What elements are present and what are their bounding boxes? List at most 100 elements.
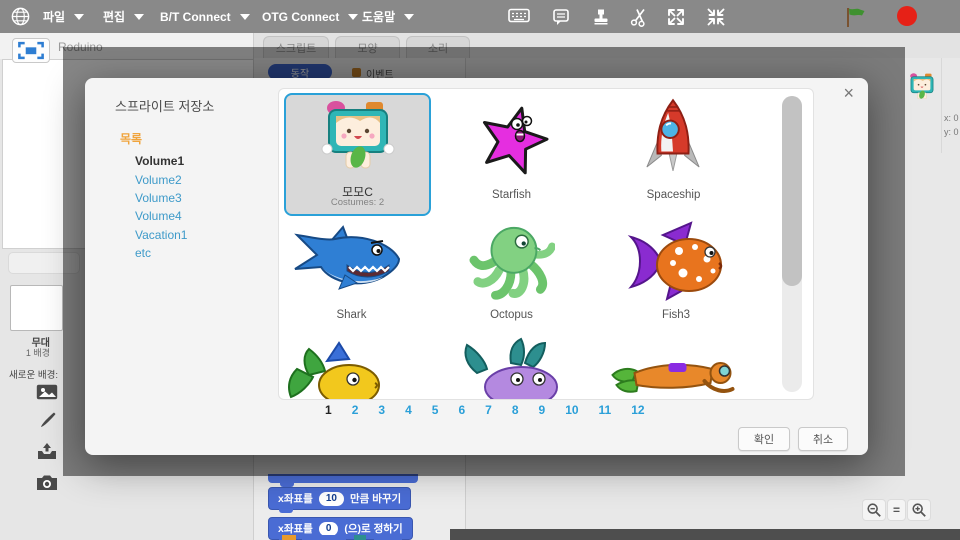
sprite-label: Octopus xyxy=(490,309,533,321)
page-3[interactable]: 3 xyxy=(378,403,385,417)
sprite-image-starfish xyxy=(475,101,551,182)
shrink-sprite-icon[interactable] xyxy=(706,7,728,26)
zoom-in-button[interactable] xyxy=(907,499,931,521)
page-1[interactable]: 1 xyxy=(325,403,332,417)
caret-down-icon xyxy=(348,13,359,20)
cancel-button[interactable]: 취소 xyxy=(798,427,848,451)
sprite-image-diver xyxy=(611,362,735,393)
block-text: x좌표를 xyxy=(278,523,313,535)
page-4[interactable]: 4 xyxy=(405,403,412,417)
zoom-in-icon xyxy=(912,503,926,517)
menu-help[interactable]: 도움말 xyxy=(362,0,415,33)
sprite-thumbnail-momoc[interactable] xyxy=(906,72,938,107)
block-sliver xyxy=(354,535,366,540)
page-7[interactable]: 7 xyxy=(485,403,492,417)
page-8[interactable]: 8 xyxy=(512,403,519,417)
upload-backdrop-icon[interactable] xyxy=(36,442,58,465)
menu-bt-connect-label: B/T Connect xyxy=(160,9,231,24)
sprite-cell-partial-1[interactable] xyxy=(287,341,395,399)
sprite-cell-partial-2[interactable] xyxy=(459,337,574,399)
sidebar-item-vacation1[interactable]: Vacation1 xyxy=(135,228,255,247)
menu-otg-connect[interactable]: OTG Connect xyxy=(262,0,359,33)
page-10[interactable]: 10 xyxy=(565,403,578,417)
sprite-label: Spaceship xyxy=(646,189,701,201)
sprite-sublabel: Costumes: 2 xyxy=(330,197,385,208)
sprite-image-shark xyxy=(291,225,403,308)
pagination: 1 2 3 4 5 6 7 8 9 10 11 12 xyxy=(325,403,645,417)
sprite-cell-octopus[interactable]: Octopus xyxy=(439,217,584,329)
page-2[interactable]: 2 xyxy=(352,403,359,417)
dialog-title: 스프라이트 저장소 xyxy=(115,99,215,114)
caret-down-icon xyxy=(74,13,85,20)
ok-button[interactable]: 확인 xyxy=(738,427,790,451)
block-text: (으)로 정하기 xyxy=(344,523,403,535)
sprite-image-purple-fish xyxy=(464,337,558,399)
new-backdrop-label: 새로운 배경: xyxy=(9,370,58,381)
page-6[interactable]: 6 xyxy=(458,403,465,417)
bottom-edge-band xyxy=(450,529,960,540)
sidebar-item-volume4[interactable]: Volume4 xyxy=(135,209,255,228)
sidebar-item-volume3[interactable]: Volume3 xyxy=(135,191,255,210)
sprite-image-spaceship xyxy=(643,97,703,184)
menu-help-label: 도움말 xyxy=(362,10,396,24)
zoom-out-button[interactable] xyxy=(862,499,886,521)
sidebar-header: 목록 xyxy=(120,132,143,146)
grid-scrollbar-track[interactable] xyxy=(782,96,802,392)
sprite-cell-shark[interactable]: Shark xyxy=(279,217,424,329)
menu-bt-connect[interactable]: B/T Connect xyxy=(160,0,250,33)
block-text: 만큼 바꾸기 xyxy=(349,493,402,505)
close-icon[interactable]: × xyxy=(843,84,854,102)
grid-scrollbar-thumb[interactable] xyxy=(782,96,802,286)
sprite-y-coordinate: y: 0 xyxy=(944,127,959,137)
menu-edit[interactable]: 편집 xyxy=(103,0,145,33)
menu-file-label: 파일 xyxy=(43,10,66,24)
stage-layout-icon xyxy=(18,41,44,60)
stamp-duplicate-icon[interactable] xyxy=(591,7,613,26)
page-11[interactable]: 11 xyxy=(599,403,612,417)
scissors-delete-icon[interactable] xyxy=(629,7,651,27)
globe-icon[interactable] xyxy=(10,6,31,32)
sprite-label: Shark xyxy=(336,309,367,321)
backdrop-from-library-icon[interactable] xyxy=(36,384,58,405)
block-value-input[interactable]: 0 xyxy=(318,521,339,536)
app-window: 파일 편집 B/T Connect OTG Connect 도움말 Roduin… xyxy=(0,0,960,540)
sprite-cell-fish3[interactable]: Fish3 xyxy=(601,217,751,329)
grow-sprite-icon[interactable] xyxy=(666,7,688,26)
small-stage-layout-button[interactable] xyxy=(12,38,50,63)
keyboard-icon[interactable] xyxy=(508,7,530,26)
sidebar-item-volume2[interactable]: Volume2 xyxy=(135,173,255,192)
menu-otg-connect-label: OTG Connect xyxy=(262,9,340,24)
green-flag-icon[interactable] xyxy=(843,5,867,34)
menu-file[interactable]: 파일 xyxy=(43,0,85,33)
sprite-image-fish3 xyxy=(627,221,725,308)
sprite-x-coordinate: x: 0 xyxy=(944,113,959,123)
sprite-image-momoc xyxy=(316,99,400,180)
panel-divider xyxy=(941,58,942,153)
sprite-cell-spaceship[interactable]: Spaceship xyxy=(601,91,746,211)
block-text: x좌표를 xyxy=(278,493,313,505)
paintbrush-icon[interactable] xyxy=(38,410,58,435)
stop-icon[interactable] xyxy=(897,6,917,26)
sprite-cell-starfish[interactable]: Starfish xyxy=(439,91,584,211)
camera-icon[interactable] xyxy=(36,474,58,496)
sidebar-item-etc[interactable]: etc xyxy=(135,246,255,265)
block-sliver xyxy=(374,535,402,540)
sprite-grid: 모모C Costumes: 2 Starfish Spaceship Shark… xyxy=(278,88,814,400)
zoom-reset-button[interactable]: = xyxy=(887,499,906,521)
sprite-cell-partial-3[interactable] xyxy=(607,351,745,399)
page-12[interactable]: 12 xyxy=(631,403,644,417)
change-x-block[interactable]: x좌표를 10 만큼 바꾸기 xyxy=(268,487,412,513)
zoom-out-icon xyxy=(867,503,881,517)
equals-icon: = xyxy=(892,503,900,517)
page-9[interactable]: 9 xyxy=(539,403,546,417)
sidebar-item-volume1[interactable]: Volume1 xyxy=(135,154,255,173)
backdrop-thumbnail[interactable] xyxy=(10,285,63,331)
block-value-input[interactable]: 10 xyxy=(318,491,344,506)
backdrop-count: 1 배경 xyxy=(25,348,50,358)
sprite-library-dialog: 스프라이트 저장소 × 목록 Volume1 Volume2 Volume3 V… xyxy=(85,78,868,455)
page-5[interactable]: 5 xyxy=(432,403,439,417)
sprite-image-yellow-fish xyxy=(288,341,380,399)
comment-icon[interactable] xyxy=(551,7,573,26)
sprite-cell-momoc-selected[interactable]: 모모C Costumes: 2 xyxy=(284,93,431,216)
caret-down-icon xyxy=(404,13,415,20)
